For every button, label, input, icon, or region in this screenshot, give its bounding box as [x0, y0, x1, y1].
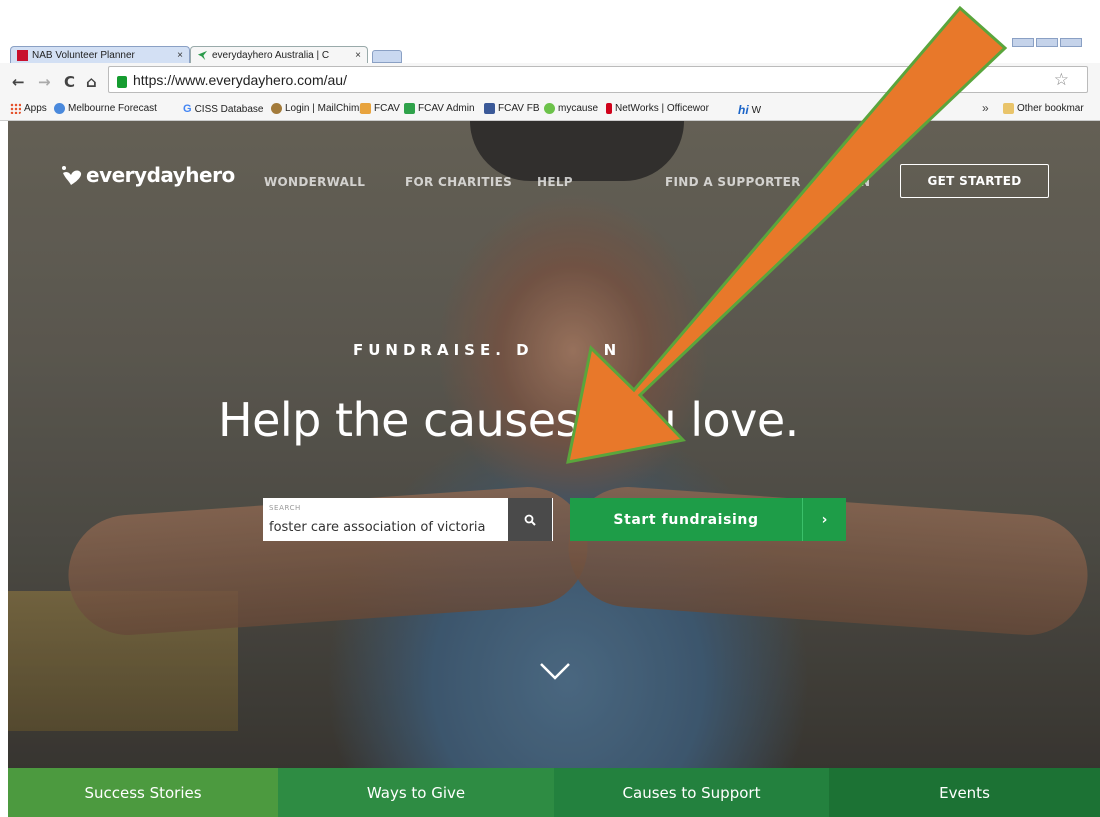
- close-tab-icon[interactable]: ×: [355, 50, 361, 61]
- start-fundraising-button[interactable]: Start fundraising ›: [570, 498, 846, 541]
- tab-everydayhero[interactable]: everydayhero Australia | C ×: [190, 46, 368, 63]
- bookmark-label: FCAV FB: [498, 103, 540, 114]
- bookmark-label: Login | MailChimp: [285, 103, 365, 114]
- everydayhero-favicon-icon: [197, 50, 208, 60]
- nav-help[interactable]: HELP: [537, 175, 573, 189]
- weather-icon: [54, 103, 65, 114]
- hi-icon: hi: [738, 103, 749, 117]
- officeworks-icon: [606, 103, 612, 114]
- bookmark-label: Other bookmar: [1017, 103, 1084, 114]
- bookmark-apps[interactable]: Apps: [10, 103, 47, 114]
- new-tab-button[interactable]: [372, 50, 402, 63]
- maximize-window-button[interactable]: [1036, 38, 1058, 47]
- close-window-button[interactable]: [1060, 38, 1082, 47]
- fcav-admin-icon: [404, 103, 415, 114]
- search-label: SEARCH: [269, 504, 301, 512]
- category-success-stories[interactable]: Success Stories: [8, 768, 278, 817]
- bookmark-fcav-admin[interactable]: FCAV Admin: [404, 103, 475, 114]
- mycause-icon: [544, 103, 555, 114]
- fcav-icon: [360, 103, 371, 114]
- url-field[interactable]: https://www.everydayhero.com/au/ ☆: [108, 66, 1088, 93]
- browser-tab-bar: NAB Volunteer Planner × everydayhero Aus…: [0, 40, 1100, 63]
- bookmark-label: mycause: [558, 103, 599, 114]
- nab-favicon-icon: [17, 49, 28, 61]
- lock-icon: [117, 75, 127, 88]
- bookmark-star-icon[interactable]: ☆: [1054, 70, 1069, 90]
- other-bookmarks-folder[interactable]: Other bookmar: [1003, 103, 1084, 114]
- nav-wonderwall[interactable]: WONDERWALL: [264, 175, 365, 189]
- bookmark-label: CISS Database: [194, 103, 264, 115]
- bookmark-label: Apps: [24, 103, 47, 114]
- apps-grid-icon: [10, 103, 21, 114]
- category-ways-to-give[interactable]: Ways to Give: [278, 768, 554, 817]
- bookmark-mailchimp[interactable]: Login | MailChimp: [271, 103, 365, 114]
- bookmark-mycause[interactable]: mycause: [544, 103, 598, 114]
- bookmark-label: FCAV Admin: [418, 103, 475, 114]
- search-icon: [524, 514, 536, 526]
- folder-icon: [1003, 103, 1014, 114]
- nav-find-a-supporter[interactable]: FIND A SUPPORTER: [665, 175, 801, 189]
- tab-nab-volunteer-planner[interactable]: NAB Volunteer Planner ×: [10, 46, 190, 63]
- nav-login[interactable]: N: [860, 175, 870, 189]
- bookmark-hi[interactable]: hi W: [738, 103, 761, 117]
- reload-icon[interactable]: C: [64, 73, 75, 91]
- hero-section: everydayhero WONDERWALL FOR CHARITIES HE…: [8, 121, 1100, 768]
- logo-text: everydayhero: [86, 163, 235, 187]
- category-events[interactable]: Events: [829, 768, 1100, 817]
- bookmark-networks-officeworks[interactable]: NetWorks | Officewor: [606, 103, 709, 114]
- bookmark-label: FCAV: [374, 103, 400, 114]
- search-button[interactable]: [508, 498, 552, 541]
- google-icon: G: [183, 103, 192, 115]
- bookmark-label: NetWorks | Officewor: [615, 103, 709, 114]
- home-icon[interactable]: ⌂: [86, 73, 97, 91]
- category-causes-to-support[interactable]: Causes to Support: [554, 768, 829, 817]
- minimize-window-button[interactable]: [1012, 38, 1034, 47]
- everydayhero-logo-icon: [62, 166, 82, 185]
- hero-headline: Help the causes you love.: [218, 393, 799, 447]
- tab-label: everydayhero Australia | C: [212, 49, 330, 61]
- chevron-right-icon: ›: [821, 511, 828, 528]
- site-logo[interactable]: everydayhero: [60, 163, 235, 187]
- hero-tagline: FUNDRAISE. D N: [353, 341, 621, 359]
- tagline-text-end: N: [603, 341, 622, 359]
- bookmark-ciss-database[interactable]: G CISS Database: [183, 103, 264, 115]
- get-started-button[interactable]: GET STARTED: [900, 164, 1049, 198]
- start-fundraising-label: Start fundraising: [613, 511, 759, 528]
- mailchimp-icon: [271, 103, 282, 114]
- scroll-down-chevron-icon[interactable]: [539, 661, 571, 681]
- category-bar: Success Stories Ways to Give Causes to S…: [8, 768, 1100, 817]
- tab-label: NAB Volunteer Planner: [32, 49, 135, 61]
- facebook-icon: [484, 103, 495, 114]
- bookmark-label: W: [751, 104, 762, 116]
- bookmark-fcav-fb[interactable]: FCAV FB: [484, 103, 539, 114]
- search-input[interactable]: [269, 517, 505, 537]
- bookmarks-overflow-icon[interactable]: »: [982, 101, 989, 115]
- bookmark-melbourne-forecast[interactable]: Melbourne Forecast: [54, 103, 157, 114]
- back-arrow-icon[interactable]: ←: [12, 73, 25, 91]
- forward-arrow-icon[interactable]: →: [38, 73, 51, 91]
- bookmarks-bar: Apps Melbourne Forecast G CISS Database …: [0, 99, 1100, 121]
- url-text: https://www.everydayhero.com/au/: [133, 71, 347, 88]
- close-tab-icon[interactable]: ×: [177, 50, 183, 61]
- bookmark-label: Melbourne Forecast: [68, 103, 157, 114]
- tagline-text: FUNDRAISE. D: [353, 341, 534, 359]
- bookmark-fcav[interactable]: FCAV: [360, 103, 400, 114]
- nav-for-charities[interactable]: FOR CHARITIES: [405, 175, 512, 189]
